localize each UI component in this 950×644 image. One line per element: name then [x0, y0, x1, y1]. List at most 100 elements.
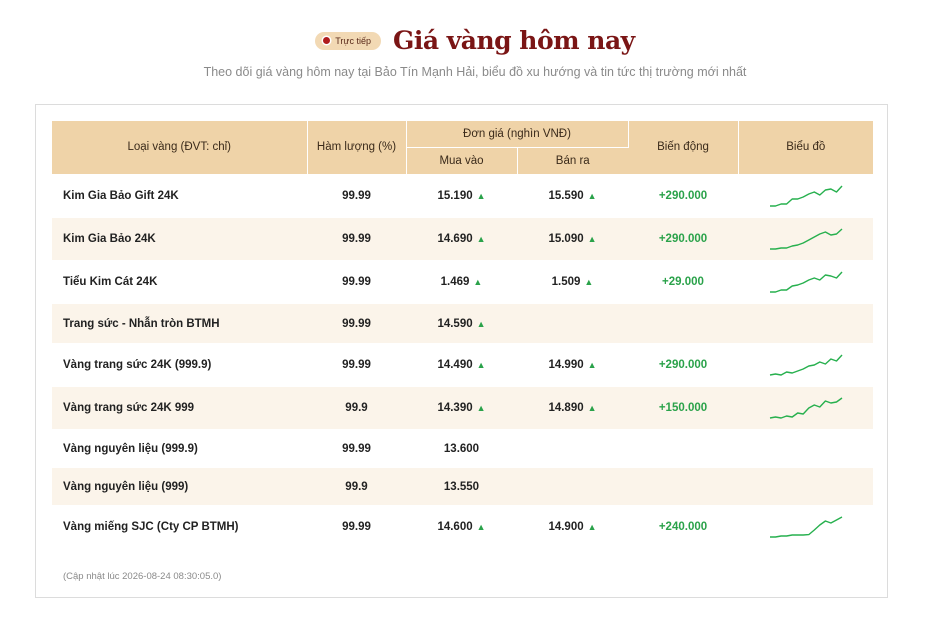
sell-price-cell: 14.890 ▲	[517, 387, 628, 429]
price-card: Loại vàng (ĐVT: chỉ) Hàm lượng (%) Đơn g…	[35, 104, 888, 598]
col-header-purity: Hàm lượng (%)	[307, 121, 407, 175]
sell-price-cell: 14.990 ▲	[517, 343, 628, 387]
gold-type-name: Vàng nguyên liệu (999.9)	[52, 429, 307, 468]
change-value: +29.000	[628, 260, 738, 304]
triangle-up-icon: ▲	[476, 234, 486, 244]
gold-type-name: Vàng trang sức 24K (999.9)	[52, 343, 307, 387]
gold-type-name: Trang sức - Nhẫn tròn BTMH	[52, 304, 307, 343]
gold-price-table: Loại vàng (ĐVT: chỉ) Hàm lượng (%) Đơn g…	[52, 121, 873, 549]
sparkline-path	[769, 516, 842, 538]
buy-price: 14.600	[437, 521, 473, 533]
sparkline-path	[769, 185, 843, 207]
sparkline-chart[interactable]	[768, 270, 844, 294]
buy-price: 14.690	[437, 233, 473, 245]
buy-price-cell: 14.590 ▲	[406, 304, 517, 343]
buy-price-cell: 1.469 ▲	[406, 260, 517, 304]
sparkline-cell	[738, 218, 873, 260]
page-subtitle: Theo dõi giá vàng hôm nay tại Bảo Tín Mạ…	[203, 65, 747, 79]
triangle-up-icon: ▲	[476, 191, 486, 202]
gold-type-name: Kim Gia Bảo 24K	[52, 218, 307, 260]
change-value	[628, 429, 738, 468]
sparkline-cell	[738, 304, 873, 343]
sell-price: 14.990	[548, 359, 584, 371]
triangle-up-icon: ▲	[587, 522, 597, 532]
triangle-up-icon: ▲	[476, 318, 486, 329]
table-row[interactable]: Trang sức - Nhẫn tròn BTMH 99.99 14.590 ▲	[52, 304, 873, 343]
buy-price-cell: 14.690 ▲	[406, 218, 517, 260]
sell-price: 14.900	[548, 521, 584, 533]
sparkline-path	[769, 397, 842, 419]
col-header-type: Loại vàng (ĐVT: chỉ)	[52, 121, 308, 175]
sparkline-path	[769, 354, 843, 376]
change-amount: +240.000	[658, 521, 708, 533]
triangle-up-icon: ▲	[473, 277, 483, 287]
purity-value: 99.99	[307, 304, 406, 343]
page-title: Giá vàng hôm nay	[392, 26, 635, 55]
sparkline-cell	[738, 468, 873, 505]
buy-price: 14.590	[437, 317, 473, 330]
sparkline-chart[interactable]	[768, 184, 844, 208]
table-row[interactable]: Kim Gia Bảo Gift 24K 99.99 15.190 ▲ 15.590 ▲ +…	[52, 174, 873, 218]
sparkline-chart[interactable]	[768, 515, 844, 539]
triangle-up-icon: ▲	[587, 403, 597, 413]
sell-price-cell	[517, 429, 628, 468]
change-value: +290.000	[628, 343, 738, 387]
buy-price-cell: 14.390 ▲	[406, 387, 517, 429]
table-row[interactable]: Vàng miếng SJC (Cty CP BTMH) 99.99 14.600 ▲…	[52, 505, 873, 549]
gold-type-name: Tiểu Kim Cát 24K	[52, 260, 307, 304]
table-row[interactable]: Kim Gia Bảo 24K 99.99 14.690 ▲ 15.090 ▲ +290.0…	[52, 218, 873, 260]
sparkline-chart[interactable]	[768, 227, 844, 251]
purity-value: 99.99	[307, 218, 406, 260]
updated-timestamp: (Cập nhật lúc 2026-08-24 08:30:05.0)	[63, 571, 222, 582]
change-value: +240.000	[628, 505, 738, 549]
change-amount: +150.000	[658, 402, 708, 414]
sparkline-path	[769, 271, 843, 293]
sparkline-chart[interactable]	[768, 353, 844, 377]
sell-price-cell	[517, 304, 628, 343]
buy-price: 13.600	[443, 442, 480, 455]
table-row[interactable]: Vàng trang sức 24K (999.9) 99.99 14.490 ▲ 14…	[52, 343, 873, 387]
purity-value: 99.99	[307, 505, 406, 549]
gold-type-name: Vàng nguyên liệu (999)	[52, 468, 307, 505]
gold-type-name: Vàng miếng SJC (Cty CP BTMH)	[52, 505, 307, 549]
purity-value: 99.99	[307, 343, 406, 387]
col-header-chart: Biểu đồ	[738, 121, 873, 175]
sell-price: 15.090	[548, 233, 584, 245]
buy-price: 1.469	[440, 276, 470, 288]
change-value: +290.000	[628, 218, 738, 260]
purity-value: 99.9	[307, 468, 406, 505]
col-header-change: Biến động	[628, 121, 739, 175]
change-amount: +290.000	[658, 233, 708, 245]
sparkline-path	[769, 228, 842, 250]
triangle-up-icon: ▲	[476, 522, 486, 532]
change-amount: +290.000	[658, 190, 708, 203]
sell-price: 15.590	[548, 190, 584, 203]
buy-price: 14.390	[437, 402, 473, 414]
triangle-up-icon: ▲	[587, 234, 597, 244]
buy-price: 13.550	[443, 480, 480, 493]
change-value	[628, 304, 738, 343]
sparkline-cell	[738, 429, 873, 468]
sell-price-cell: 1.509 ▲	[517, 260, 628, 304]
buy-price-cell: 15.190 ▲	[406, 174, 517, 218]
live-badge[interactable]: Trực tiếp	[315, 31, 381, 50]
gold-type-name: Vàng trang sức 24K 999	[52, 387, 307, 429]
sparkline-cell	[738, 174, 873, 218]
col-header-buy: Mua vào	[406, 147, 518, 175]
purity-value: 99.99	[307, 260, 406, 304]
col-header-price: Đơn giá (nghìn VNĐ)	[406, 121, 629, 148]
sparkline-chart[interactable]	[768, 396, 844, 420]
table-row[interactable]: Vàng nguyên liệu (999) 99.9 13.550	[52, 468, 873, 505]
table-row[interactable]: Vàng trang sức 24K 999 99.9 14.390 ▲ 14.890 ▲…	[52, 387, 873, 429]
triangle-up-icon: ▲	[584, 277, 594, 287]
table-row[interactable]: Vàng nguyên liệu (999.9) 99.99 13.600	[52, 429, 873, 468]
sparkline-cell	[738, 343, 873, 387]
sell-price-cell: 15.090 ▲	[517, 218, 628, 260]
table-row[interactable]: Tiểu Kim Cát 24K 99.99 1.469 ▲ 1.509 ▲ +29.000	[52, 260, 873, 304]
live-dot-icon	[323, 37, 331, 44]
buy-price: 15.190	[437, 190, 473, 203]
triangle-up-icon: ▲	[587, 191, 597, 202]
buy-price-cell: 14.600 ▲	[406, 505, 517, 549]
buy-price-cell: 14.490 ▲	[406, 343, 517, 387]
gold-type-name: Kim Gia Bảo Gift 24K	[52, 174, 307, 218]
